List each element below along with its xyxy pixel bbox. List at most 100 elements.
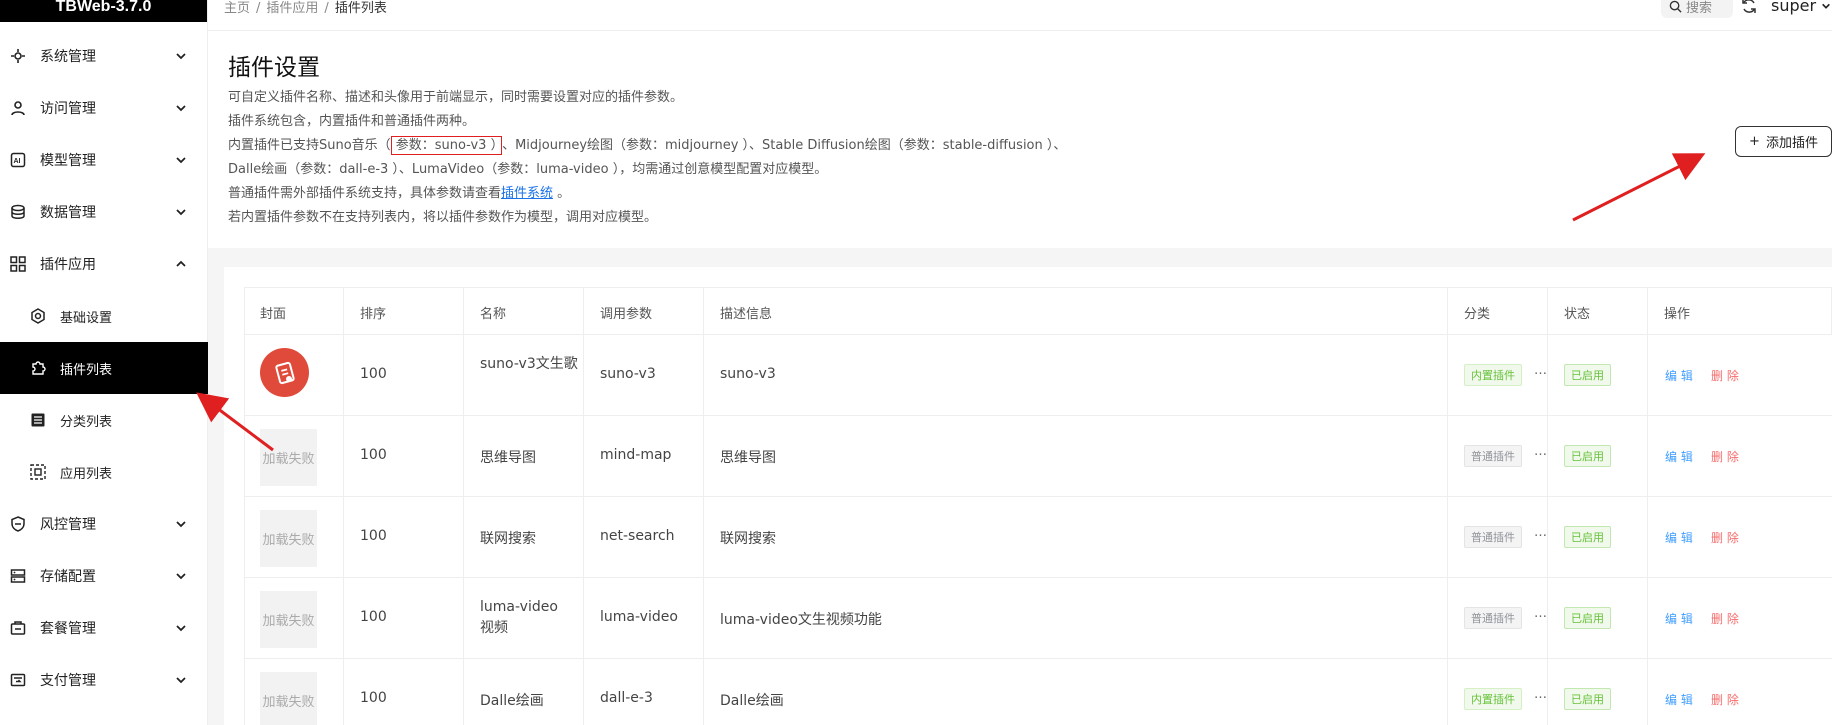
column-header-order: 排序: [360, 307, 387, 322]
sidebar-item-package[interactable]: 套餐管理: [0, 602, 208, 654]
plugin-order: 100: [360, 447, 387, 463]
sidebar-subitem-category-list[interactable]: 分类列表: [0, 394, 208, 446]
top-header: 主页 / 插件应用 / 插件列表 搜索 super: [208, 0, 1832, 31]
svg-text:AI: AI: [14, 158, 21, 165]
edit-button[interactable]: 编 辑: [1665, 691, 1693, 708]
annotation-box: 参数：suno-v3 ）: [390, 136, 503, 155]
sidebar-item-access[interactable]: 访问管理: [0, 82, 208, 134]
sidebar-item-label: 套餐管理: [40, 621, 96, 637]
more-tags-indicator[interactable]: …: [1534, 606, 1547, 621]
sidebar-item-label: 风控管理: [40, 517, 96, 533]
plugin-cover-placeholder: 加载失败: [260, 591, 317, 648]
intro-line-part: 。: [553, 186, 571, 201]
sidebar-item-plugins[interactable]: 插件应用: [0, 238, 208, 290]
sidebar-subitem-app-list[interactable]: 应用列表: [0, 446, 208, 498]
delete-button[interactable]: 删 除: [1711, 529, 1739, 546]
status-badge: 已启用: [1564, 607, 1611, 629]
sidebar-subitem-label: 分类列表: [60, 414, 113, 430]
chevron-down-icon: [176, 53, 186, 60]
plugin-param: luma-video: [600, 609, 678, 625]
plugin-desc: 联网搜索: [720, 531, 776, 547]
search-label: 搜索: [1686, 0, 1713, 16]
sidebar-item-payment[interactable]: 支付管理: [0, 654, 208, 706]
sidebar-item-label: 模型管理: [40, 153, 96, 169]
sidebar: TBWeb-3.7.0 系统管理 访问管理 AI 模型管理 数据管理 插件应用 …: [0, 0, 208, 725]
table-row: 加载失败 100 思维导图 mind-map 思维导图 普通插件 … 已启用 编…: [244, 416, 1832, 497]
edit-button[interactable]: 编 辑: [1665, 610, 1693, 627]
plugin-name: Dalle绘画: [480, 693, 544, 709]
user-name: super: [1771, 0, 1817, 15]
more-tags-indicator[interactable]: …: [1534, 363, 1547, 378]
column-header-param: 调用参数: [600, 307, 653, 322]
breadcrumb-plugins[interactable]: 插件应用: [266, 1, 318, 16]
chevron-down-icon: [176, 209, 186, 216]
column-header-actions: 操作: [1664, 307, 1691, 322]
category-tag: 内置插件: [1464, 688, 1522, 710]
sidebar-item-label: 存储配置: [40, 569, 96, 585]
list-icon: [31, 413, 45, 427]
plugin-name: luma-video视频: [480, 599, 558, 636]
more-tags-indicator[interactable]: …: [1534, 687, 1547, 702]
chevron-down-icon: [176, 573, 186, 580]
intro-line: 若内置插件参数不在支持列表内，将以插件参数作为模型，调用对应模型。: [228, 210, 658, 225]
music-cover-icon: [274, 361, 295, 384]
sidebar-item-storage[interactable]: 存储配置: [0, 550, 208, 602]
plugin-param: mind-map: [600, 447, 672, 463]
puzzle-icon: [32, 361, 46, 375]
delete-button[interactable]: 删 除: [1711, 367, 1739, 384]
intro-line: Dalle绘画（参数：dall-e-3 ）、LumaVideo（参数：luma-…: [228, 162, 828, 177]
table-row: 100 suno-v3文生歌 suno-v3 suno-v3 内置插件 … 已启…: [244, 335, 1832, 416]
chevron-down-icon: [176, 157, 186, 164]
column-header-cover: 封面: [260, 307, 287, 322]
more-tags-indicator[interactable]: …: [1534, 444, 1547, 459]
delete-button[interactable]: 删 除: [1711, 610, 1739, 627]
sidebar-subitem-plugin-list[interactable]: 插件列表: [0, 342, 208, 394]
sidebar-subitem-label: 应用列表: [60, 466, 113, 482]
plugin-cover-image: [260, 348, 309, 397]
chevron-down-icon: [176, 677, 186, 684]
status-badge: 已启用: [1564, 364, 1611, 386]
chevron-up-icon: [176, 260, 186, 267]
edit-button[interactable]: 编 辑: [1665, 529, 1693, 546]
package-icon: [10, 621, 26, 635]
table-header: 封面 排序 名称 调用参数 描述信息 分类 状态 操作: [244, 287, 1832, 335]
sidebar-item-model[interactable]: AI 模型管理: [0, 134, 208, 186]
edit-button[interactable]: 编 辑: [1665, 367, 1693, 384]
shield-icon: [11, 516, 25, 532]
user-menu[interactable]: super: [1771, 0, 1831, 15]
chevron-down-icon: [176, 105, 186, 112]
search-icon: [1669, 0, 1682, 13]
refresh-icon[interactable]: [1740, 0, 1758, 15]
plugin-order: 100: [360, 690, 387, 706]
sidebar-subitem-basic-settings[interactable]: 基础设置: [0, 290, 208, 342]
add-plugin-button[interactable]: + 添加插件: [1735, 126, 1832, 157]
intro-line-part: 、Midjourney绘图（参数：midjourney ）、Stable Dif…: [502, 138, 1067, 153]
sidebar-item-system[interactable]: 系统管理: [0, 30, 208, 82]
search-button[interactable]: 搜索: [1661, 0, 1733, 18]
sidebar-item-data[interactable]: 数据管理: [0, 186, 208, 238]
plugin-order: 100: [360, 528, 387, 544]
page-title: 插件设置: [228, 55, 320, 81]
plugin-param: suno-v3: [600, 366, 656, 382]
delete-button[interactable]: 删 除: [1711, 691, 1739, 708]
intro-line-part: 内置插件已支持Suno音乐（: [228, 138, 391, 153]
intro-line: 普通插件需外部插件系统支持，具体参数请查看插件系统 。: [228, 182, 1066, 206]
plugin-system-link[interactable]: 插件系统: [501, 186, 553, 201]
sidebar-item-label: 支付管理: [40, 673, 96, 689]
delete-button[interactable]: 删 除: [1711, 448, 1739, 465]
table-row: 加载失败 100 联网搜索 net-search 联网搜索 普通插件 … 已启用…: [244, 497, 1832, 578]
edit-button[interactable]: 编 辑: [1665, 448, 1693, 465]
app-logo: TBWeb-3.7.0: [0, 0, 207, 22]
category-tag: 普通插件: [1464, 607, 1522, 629]
plugin-param: net-search: [600, 528, 675, 544]
intro-line-part: 普通插件需外部插件系统支持，具体参数请查看: [228, 186, 502, 201]
sidebar-item-risk[interactable]: 风控管理: [0, 498, 208, 550]
category-tag: 普通插件: [1464, 526, 1522, 548]
breadcrumb-home[interactable]: 主页: [224, 1, 250, 16]
sidebar-subitem-label: 基础设置: [60, 310, 113, 326]
intro-line: 可自定义插件名称、描述和头像用于前端显示，同时需要设置对应的插件参数。: [228, 90, 684, 105]
more-tags-indicator[interactable]: …: [1534, 525, 1547, 540]
chevron-down-icon: [176, 625, 186, 632]
category-tag: 内置插件: [1464, 364, 1522, 386]
add-plugin-label: 添加插件: [1765, 136, 1818, 151]
